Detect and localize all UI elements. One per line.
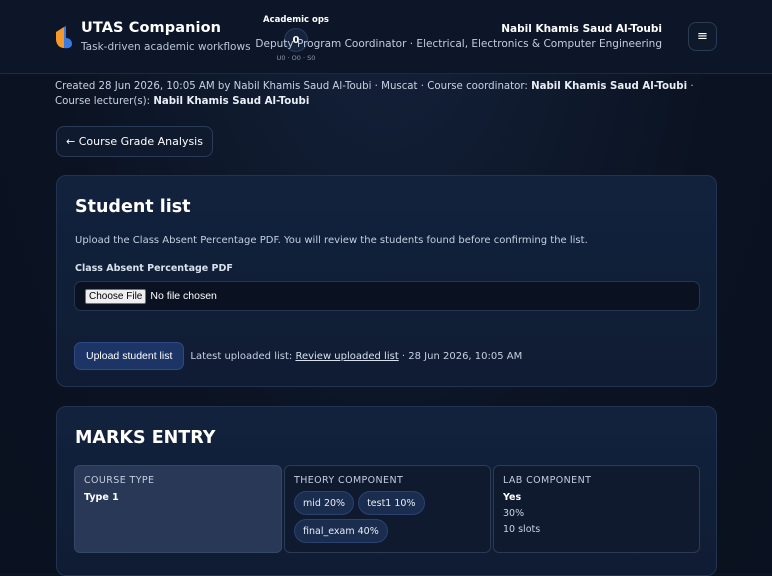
course-type-cell[interactable]: COURSE TYPE Type 1: [74, 465, 282, 553]
app-subtitle: Task-driven academic workflows: [81, 41, 251, 53]
pdf-field-label: Class Absent Percentage PDF: [75, 263, 233, 274]
meta-coordinator: Nabil Khamis Saud Al-Toubi: [531, 81, 688, 92]
latest-upload-date: · 28 Jun 2026, 10:05 AM: [398, 350, 523, 362]
lab-enabled: Yes: [503, 492, 522, 503]
upload-row: Upload student list Latest uploaded list…: [74, 342, 522, 370]
student-list-title: Student list: [75, 197, 191, 217]
app-title: UTAS Companion: [81, 20, 222, 36]
lab-slots: 10 slots: [503, 524, 541, 535]
app-logo-icon: [56, 26, 72, 49]
meta-created: Created 28 Jun 2026, 10:05 AM by Nabil K…: [55, 81, 532, 92]
back-button[interactable]: ← Course Grade Analysis: [56, 126, 213, 157]
theory-component-head: THEORY COMPONENT: [294, 475, 404, 486]
course-type-head: COURSE TYPE: [84, 475, 155, 486]
theory-component-cell[interactable]: THEORY COMPONENT mid 20% test1 10% final…: [284, 465, 491, 553]
hamburger-icon: ≡: [697, 29, 708, 44]
student-list-description: Upload the Class Absent Percentage PDF. …: [75, 235, 588, 246]
latest-upload-prefix: Latest uploaded list:: [190, 350, 296, 362]
theory-chip: mid 20%: [294, 491, 355, 515]
menu-button[interactable]: ≡: [688, 22, 717, 51]
upload-student-list-button[interactable]: Upload student list: [74, 342, 185, 370]
meta-lecturer: Nabil Khamis Saud Al-Toubi: [153, 96, 310, 107]
no-file-text: No file chosen: [150, 290, 217, 302]
lab-component-cell[interactable]: LAB COMPONENT Yes 30% 10 slots: [493, 465, 700, 553]
course-meta: Created 28 Jun 2026, 10:05 AM by Nabil K…: [55, 79, 717, 109]
user-name: Nabil Khamis Saud Al-Toubi: [501, 23, 662, 35]
lab-weight: 30%: [503, 508, 525, 519]
theory-chip: final_exam 40%: [294, 519, 388, 543]
review-uploaded-list-link[interactable]: Review uploaded list: [295, 351, 398, 362]
marks-entry-title: MARKS ENTRY: [75, 428, 216, 448]
course-type-value: Type 1: [84, 492, 119, 503]
marks-entry-grid: COURSE TYPE Type 1 THEORY COMPONENT mid …: [74, 465, 700, 553]
latest-upload-info: Latest uploaded list: Review uploaded li…: [190, 351, 522, 362]
academic-ops-breakdown: U0 · O0 · S0: [276, 54, 316, 62]
student-list-card: Student list Upload the Class Absent Per…: [56, 175, 717, 387]
lab-component-head: LAB COMPONENT: [503, 475, 592, 486]
academic-ops-label: Academic ops: [263, 15, 329, 25]
theory-chip: test1 10%: [358, 491, 425, 515]
pdf-file-input[interactable]: Choose File No file chosen: [74, 281, 700, 311]
theory-chips: mid 20% test1 10% final_exam 40%: [294, 491, 481, 543]
top-bar: UTAS Companion Task-driven academic work…: [0, 0, 772, 74]
user-role: Deputy Program Coordinator · Electrical,…: [255, 38, 662, 50]
choose-file-button[interactable]: Choose File: [85, 288, 147, 304]
marks-entry-card: MARKS ENTRY COURSE TYPE Type 1 THEORY CO…: [56, 406, 717, 576]
